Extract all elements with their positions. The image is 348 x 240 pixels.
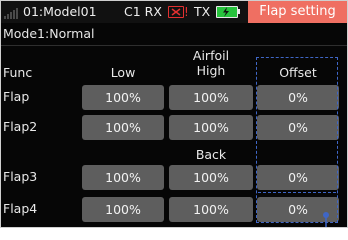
rx-battery-icon (168, 6, 184, 18)
pointer-cursor-icon (323, 212, 329, 227)
flap3-high-value[interactable]: 100% (169, 165, 253, 190)
flight-mode-label: Mode1:Normal (3, 26, 95, 41)
func-label-flap2: Flap2 (3, 119, 38, 134)
header-divider (1, 45, 347, 46)
offset-group-divider (258, 192, 336, 193)
flap-low-value[interactable]: 100% (82, 85, 164, 110)
model-name: 01:Model01 (23, 4, 97, 19)
tx-label: TX (194, 4, 211, 19)
page-title: Flap setting (248, 1, 347, 23)
func-label-flap4: Flap4 (3, 201, 38, 216)
flap-setting-screen: 01:Model01 C1 RX ! TX Flap setting Mode1… (0, 0, 348, 228)
signal-bars-icon (4, 6, 20, 19)
back-group-header: Back (195, 147, 227, 162)
flap-high-value[interactable]: 100% (169, 85, 253, 110)
tx-battery-tip (238, 9, 240, 14)
flap2-high-value[interactable]: 100% (169, 115, 253, 140)
rx-warning-icon: ! (184, 5, 189, 19)
func-label-flap: Flap (3, 89, 30, 104)
flap2-low-value[interactable]: 100% (82, 115, 164, 140)
func-label-flap3: Flap3 (3, 169, 38, 184)
high-column-header: High (196, 63, 226, 78)
func-column-header: Func (3, 65, 33, 80)
status-bar: 01:Model01 C1 RX ! TX Flap setting (1, 1, 347, 23)
low-column-header: Low (110, 65, 136, 80)
flap4-low-value[interactable]: 100% (82, 197, 164, 222)
airfoil-group-header: Airfoil (192, 48, 230, 63)
rx-label: C1 RX (124, 4, 162, 19)
flap4-high-value[interactable]: 100% (169, 197, 253, 222)
offset-selection-frame (256, 57, 338, 223)
flap3-low-value[interactable]: 100% (82, 165, 164, 190)
tx-battery-icon (216, 6, 238, 18)
